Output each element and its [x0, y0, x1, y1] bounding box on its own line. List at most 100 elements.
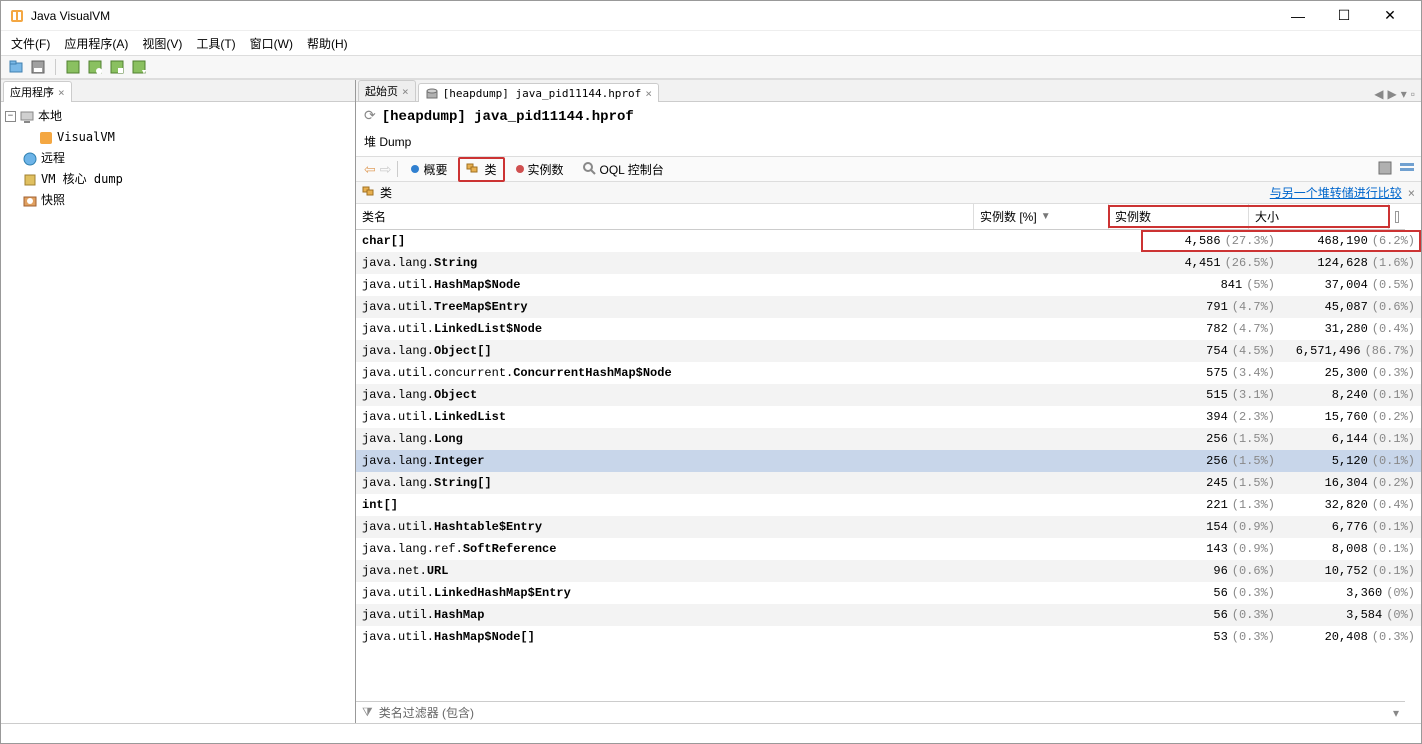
cell-instcnt: 96(0.6%)	[1141, 564, 1281, 578]
tab-heapdump[interactable]: [heapdump] java_pid11144.hprof ×	[418, 83, 659, 102]
tree-label: 快照	[41, 190, 65, 211]
tree-node-local[interactable]: − 本地	[5, 106, 351, 127]
table-row[interactable]: java.lang.Long256(1.5%)6,144(0.1%)	[356, 428, 1421, 450]
window-title: Java VisualVM	[31, 9, 1275, 23]
tab-prev-icon[interactable]: ◀	[1374, 87, 1383, 101]
compare-link[interactable]: 与另一个堆转储进行比较	[1270, 184, 1402, 201]
view-summary[interactable]: 概要	[404, 158, 454, 181]
table-row[interactable]: java.lang.Object[]754(4.5%)6,571,496(86.…	[356, 340, 1421, 362]
app-icon	[9, 8, 25, 24]
cell-size: 468,190(6.2%)	[1281, 234, 1421, 248]
toolbar-open-icon[interactable]	[7, 58, 25, 76]
table-body[interactable]: char[]4,586(27.3%)468,190(6.2%)java.lang…	[356, 230, 1421, 701]
collapse-icon[interactable]: −	[5, 111, 16, 122]
menu-view[interactable]: 视图(V)	[138, 33, 186, 54]
cell-classname: java.lang.ref.SoftReference	[356, 542, 1006, 556]
table-row[interactable]: java.util.concurrent.ConcurrentHashMap$N…	[356, 362, 1421, 384]
cell-instcnt: 515(3.1%)	[1141, 388, 1281, 402]
cell-classname: java.lang.Integer	[356, 454, 1006, 468]
funnel-icon[interactable]: ⧩	[362, 705, 373, 720]
cell-instcnt: 256(1.5%)	[1141, 432, 1281, 446]
col-classname[interactable]: 类名	[356, 204, 974, 229]
back-icon[interactable]: ⇦	[362, 161, 378, 178]
cell-classname: java.util.LinkedList$Node	[356, 322, 1006, 336]
cell-size: 5,120(0.1%)	[1281, 454, 1421, 468]
computer-icon	[20, 110, 34, 124]
content-area: 起始页 × [heapdump] java_pid11144.hprof × ◀…	[356, 80, 1421, 723]
tab-start[interactable]: 起始页 ×	[358, 80, 416, 101]
class-table: 类名 实例数 [%]▼ 实例数 大小 char[]4,586(27.3%)468…	[356, 204, 1421, 723]
minimize-button[interactable]: —	[1275, 1, 1321, 31]
refresh-icon[interactable]: ⟳	[364, 108, 376, 125]
properties-icon[interactable]	[1377, 160, 1393, 179]
table-row[interactable]: java.util.LinkedHashMap$Entry56(0.3%)3,3…	[356, 582, 1421, 604]
sidebar-tab-apps[interactable]: 应用程序 ×	[3, 81, 72, 102]
table-row[interactable]: java.lang.String[]245(1.5%)16,304(0.2%)	[356, 472, 1421, 494]
close-icon[interactable]: ×	[402, 85, 409, 98]
table-row[interactable]: java.lang.Integer256(1.5%)5,120(0.1%)	[356, 450, 1421, 472]
forward-icon[interactable]: ⇨	[378, 161, 394, 178]
dump-icon	[23, 173, 37, 187]
tab-menu-icon[interactable]: ▾	[1401, 87, 1407, 101]
toolbar-app2-icon[interactable]	[86, 58, 104, 76]
close-icon[interactable]: ×	[1408, 186, 1415, 200]
menu-apps[interactable]: 应用程序(A)	[60, 33, 132, 54]
col-size[interactable]: 大小	[1249, 204, 1389, 229]
cell-classname: java.lang.Long	[356, 432, 1006, 446]
view-classes[interactable]: 类	[458, 157, 504, 182]
table-row[interactable]: java.util.Hashtable$Entry154(0.9%)6,776(…	[356, 516, 1421, 538]
cell-instcnt: 154(0.9%)	[1141, 520, 1281, 534]
table-row[interactable]: java.util.HashMap$Node841(5%)37,004(0.5%…	[356, 274, 1421, 296]
toolbar-app3-icon[interactable]	[108, 58, 126, 76]
menu-window[interactable]: 窗口(W)	[246, 33, 297, 54]
scroll-down-icon[interactable]: ▾	[1393, 706, 1399, 720]
tree-node-remote[interactable]: 远程	[5, 148, 351, 169]
threads-icon[interactable]	[1399, 160, 1415, 179]
table-row[interactable]: java.lang.Object515(3.1%)8,240(0.1%)	[356, 384, 1421, 406]
table-row[interactable]: int[]221(1.3%)32,820(0.4%)	[356, 494, 1421, 516]
cell-size: 45,087(0.6%)	[1281, 300, 1421, 314]
main-area: 应用程序 × − 本地 VisualVM 远程	[1, 79, 1421, 723]
toolbar-save-icon[interactable]	[29, 58, 47, 76]
cell-instcnt: 56(0.3%)	[1141, 608, 1281, 622]
table-row[interactable]: java.net.URL96(0.6%)10,752(0.1%)	[356, 560, 1421, 582]
menu-help[interactable]: 帮助(H)	[303, 33, 352, 54]
toolbar-app4-icon[interactable]	[130, 58, 148, 76]
close-button[interactable]: ✕	[1367, 1, 1413, 31]
toolbar-app1-icon[interactable]	[64, 58, 82, 76]
maximize-button[interactable]: ☐	[1321, 1, 1367, 31]
table-row[interactable]: java.util.LinkedList$Node782(4.7%)31,280…	[356, 318, 1421, 340]
cell-instcnt: 221(1.3%)	[1141, 498, 1281, 512]
col-instpct[interactable]: 实例数 [%]▼	[974, 204, 1109, 229]
tab-next-icon[interactable]: ▶	[1387, 87, 1396, 101]
tab-nav: ◀ ▶ ▾ ▫	[1368, 87, 1421, 101]
close-icon[interactable]: ×	[58, 86, 65, 99]
close-icon[interactable]: ×	[645, 87, 652, 100]
table-row[interactable]: java.lang.String4,451(26.5%)124,628(1.6%…	[356, 252, 1421, 274]
info-icon	[411, 165, 419, 173]
tree-node-snapshots[interactable]: 快照	[5, 190, 351, 211]
cell-size: 8,008(0.1%)	[1281, 542, 1421, 556]
titlebar: Java VisualVM — ☐ ✕	[1, 1, 1421, 31]
tree-node-vmcore[interactable]: VM 核心 dump	[5, 169, 351, 190]
table-row[interactable]: java.lang.ref.SoftReference143(0.9%)8,00…	[356, 538, 1421, 560]
remote-icon	[23, 152, 37, 166]
view-oql[interactable]: OQL 控制台	[575, 158, 671, 181]
menu-tools[interactable]: 工具(T)	[192, 33, 239, 54]
table-row[interactable]: char[]4,586(27.3%)468,190(6.2%)	[356, 230, 1421, 252]
tab-max-icon[interactable]: ▫	[1411, 87, 1415, 101]
table-row[interactable]: java.util.TreeMap$Entry791(4.7%)45,087(0…	[356, 296, 1421, 318]
table-row[interactable]: java.util.LinkedList394(2.3%)15,760(0.2%…	[356, 406, 1421, 428]
table-row[interactable]: java.util.HashMap56(0.3%)3,584(0%)	[356, 604, 1421, 626]
view-instances[interactable]: 实例数	[509, 158, 571, 181]
toolbar-divider	[55, 59, 56, 75]
cell-classname: java.lang.String	[356, 256, 1006, 270]
cell-instcnt: 245(1.5%)	[1141, 476, 1281, 490]
table-row[interactable]: java.util.HashMap$Node[]53(0.3%)20,408(0…	[356, 626, 1421, 648]
col-selector[interactable]	[1389, 204, 1405, 229]
menu-file[interactable]: 文件(F)	[7, 33, 54, 54]
filter-label[interactable]: 类名过滤器 (包含)	[379, 704, 474, 721]
col-instcnt[interactable]: 实例数	[1109, 204, 1249, 229]
tree-node-visualvm[interactable]: VisualVM	[5, 127, 351, 148]
cell-instcnt: 791(4.7%)	[1141, 300, 1281, 314]
